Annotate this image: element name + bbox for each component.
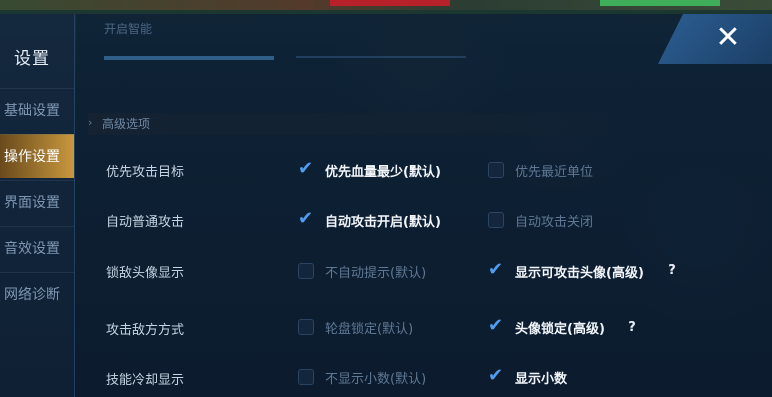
option-show-decimal[interactable]: ✔ 显示小数 [488,365,568,388]
checkbox[interactable] [488,212,504,228]
sidebar-item-audio[interactable]: 音效设置 [0,226,74,270]
enemy-health-bar [330,0,450,6]
chevron-right-icon: › [88,116,93,129]
row-label-auto-attack: 自动普通攻击 [106,215,185,230]
ally-health-bar [600,0,720,6]
option-no-decimal[interactable]: 不显示小数(默认) [298,366,426,388]
checkbox[interactable]: ✔ [488,315,504,336]
row-label-attack-mode: 攻击敌方方式 [106,323,185,338]
checkbox[interactable] [488,162,504,178]
checkbox[interactable]: ✔ [488,259,504,280]
sidebar-item-controls[interactable]: 操作设置 [0,134,74,178]
row-label-target-priority: 优先攻击目标 [106,165,185,180]
checkbox[interactable]: ✔ [488,365,504,386]
checkbox[interactable] [298,319,314,335]
settings-sidebar: 设置 基础设置 操作设置 界面设置 音效设置 网络诊断 [0,14,75,397]
tab-ghost-label: 开启智能 [104,22,153,36]
checkmark-icon: ✔ [298,158,314,179]
checkmark-icon: ✔ [488,259,504,280]
help-icon[interactable]: ? [664,263,680,279]
row-label-lock-portrait: 锁敌头像显示 [106,266,185,281]
option-label: 自动攻击开启(默认) [325,214,441,230]
option-auto-attack-off[interactable]: 自动攻击关闭 [488,209,593,231]
option-label: 轮盘锁定(默认) [325,321,414,337]
option-label: 优先血量最少(默认) [325,164,441,180]
checkbox[interactable]: ✔ [298,208,314,229]
option-nearest-unit[interactable]: 优先最近单位 [488,159,593,181]
option-lowest-hp[interactable]: ✔ 优先血量最少(默认) [298,158,441,181]
settings-panel: 开启智能 [76,14,772,397]
checkbox[interactable] [298,369,314,385]
sidebar-title: 设置 [14,49,50,69]
option-label: 自动攻击关闭 [515,214,594,230]
checkmark-icon: ✔ [488,365,504,386]
option-show-attackable-portrait[interactable]: ✔ 显示可攻击头像(高级) [488,259,644,282]
help-icon[interactable]: ? [624,320,640,336]
option-label: 优先最近单位 [515,164,594,180]
option-label: 显示小数 [515,371,568,387]
row-label-cooldown-display: 技能冷却显示 [106,373,185,388]
checkbox[interactable]: ✔ [298,158,314,179]
option-auto-attack-on[interactable]: ✔ 自动攻击开启(默认) [298,208,441,231]
section-header [88,113,648,135]
option-portrait-lock[interactable]: ✔ 头像锁定(高级) [488,315,605,338]
close-icon[interactable]: ✕ [708,18,748,58]
section-title: 高级选项 [102,117,151,131]
option-label: 头像锁定(高级) [515,321,605,337]
option-no-auto-hint[interactable]: 不自动提示(默认) [298,260,426,282]
sidebar-item-interface[interactable]: 界面设置 [0,180,74,224]
checkmark-icon: ✔ [298,208,314,229]
tab-underline-active[interactable] [104,56,274,60]
option-label: 显示可攻击头像(高级) [515,265,644,281]
sidebar-item-basic[interactable]: 基础设置 [0,88,74,132]
checkbox[interactable] [298,263,314,279]
option-label: 不自动提示(默认) [325,265,427,281]
option-label: 不显示小数(默认) [325,371,427,387]
tab-underline-inactive[interactable] [296,56,466,58]
sidebar-item-network[interactable]: 网络诊断 [0,272,74,316]
option-wheel-lock[interactable]: 轮盘锁定(默认) [298,316,413,338]
checkmark-icon: ✔ [488,315,504,336]
